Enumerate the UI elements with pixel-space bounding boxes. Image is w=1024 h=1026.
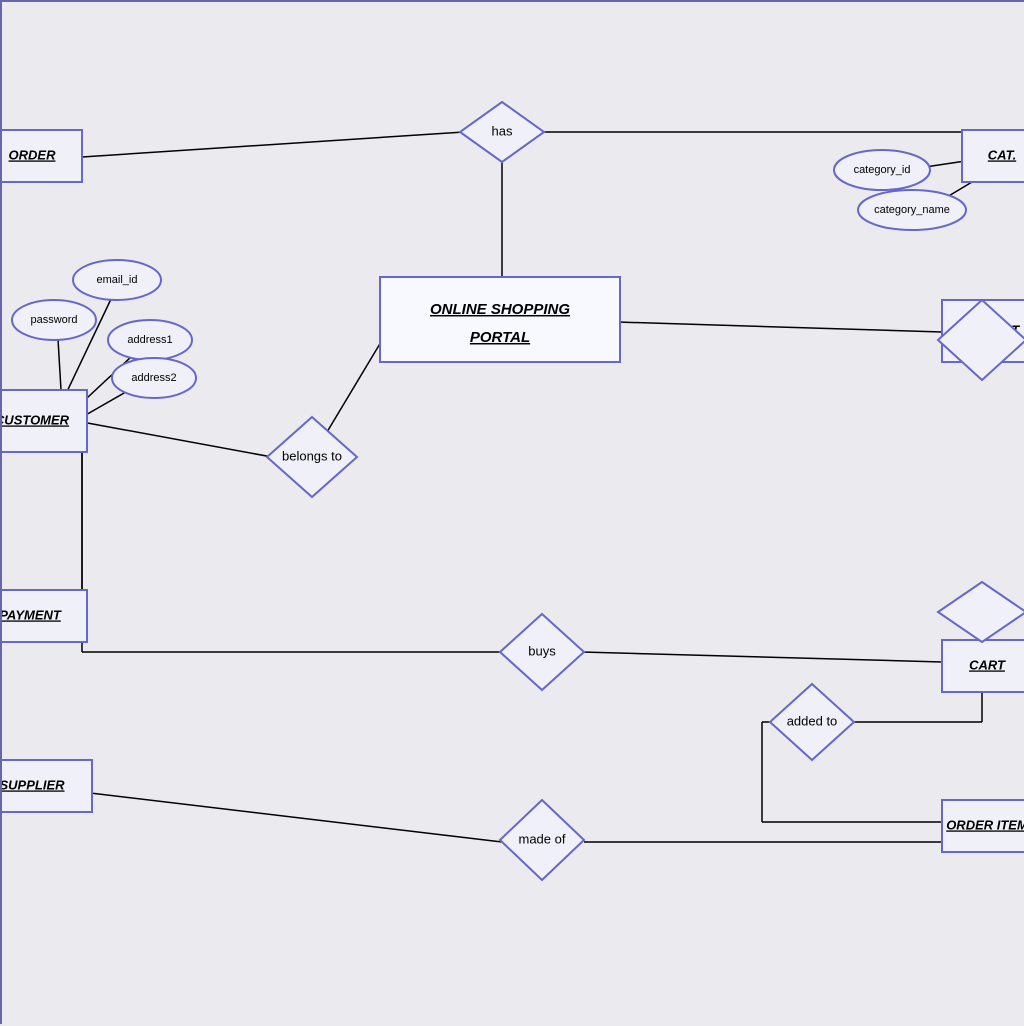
orderitem-entity-label: ORDER ITEM xyxy=(946,817,1024,832)
supplier-entity-label: SUPPLIER xyxy=(2,777,65,792)
category-id-label: category_id xyxy=(854,164,911,176)
has-label: has xyxy=(492,123,513,138)
order-entity-label: ORDER xyxy=(9,147,57,162)
made-of-label: made of xyxy=(519,831,566,846)
customer-entity-label: CUSTOMER xyxy=(2,412,70,427)
category-entity-label: CAT. xyxy=(988,147,1016,162)
password-label: password xyxy=(30,314,77,326)
main-entity-rect xyxy=(380,277,620,362)
category-name-label: category_name xyxy=(874,204,950,216)
main-entity-label-line1: ONLINE SHOPPING xyxy=(430,301,570,318)
cart-entity-label: CART xyxy=(969,657,1006,672)
er-diagram-canvas: ORDER CUSTOMER PAYMENT SUPPLIER CAT. PRO… xyxy=(0,0,1024,1024)
main-entity-label-line2: PORTAL xyxy=(470,329,530,346)
er-diagram-svg: ORDER CUSTOMER PAYMENT SUPPLIER CAT. PRO… xyxy=(2,2,1024,1026)
added-to-label: added to xyxy=(787,713,838,728)
buys-label: buys xyxy=(528,643,556,658)
address2-label: address2 xyxy=(131,372,176,384)
address1-label: address1 xyxy=(127,334,172,346)
email-id-label: email_id xyxy=(97,274,138,286)
belongs-to-label: belongs to xyxy=(282,448,342,463)
payment-entity-label: PAYMENT xyxy=(2,607,62,622)
